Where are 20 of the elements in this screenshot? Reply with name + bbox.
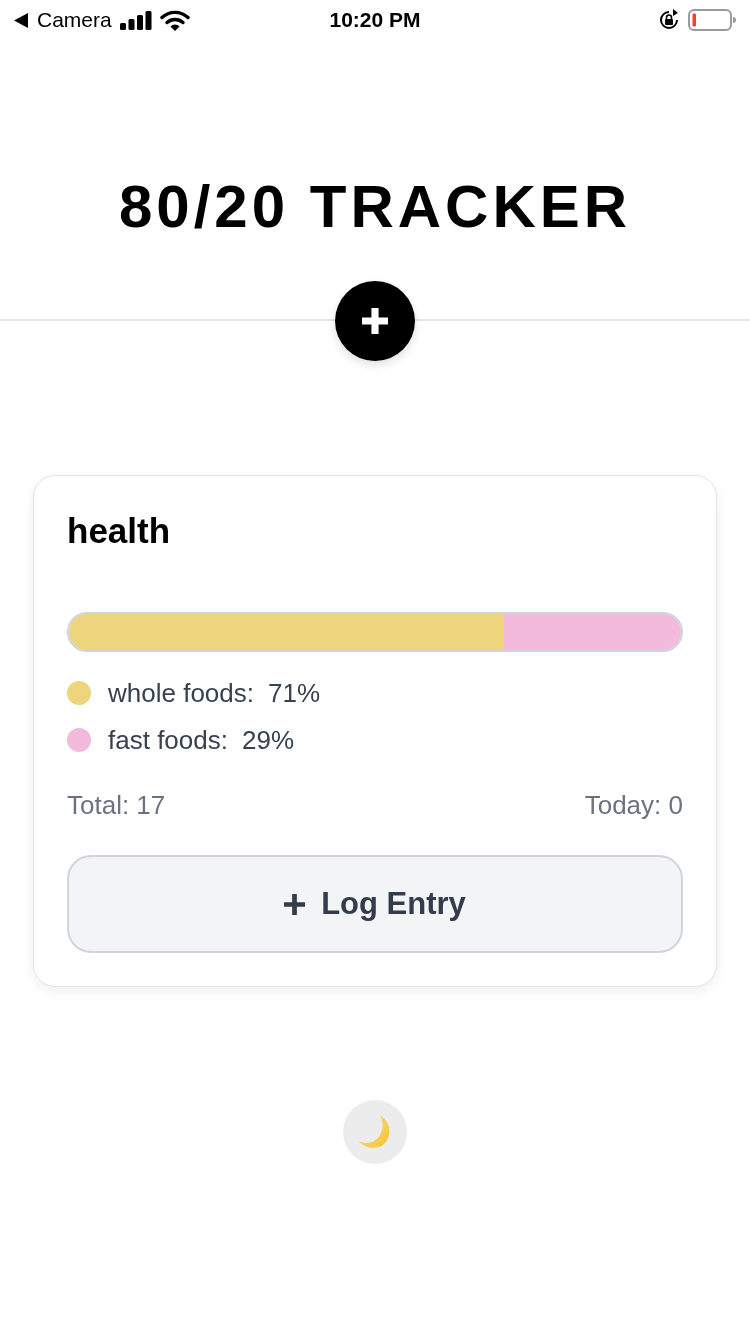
moon-icon (358, 1115, 392, 1149)
back-icon (14, 12, 28, 28)
today-count: Today: 0 (584, 789, 683, 821)
add-button[interactable] (335, 281, 415, 361)
legend-label: fast foods: (108, 724, 228, 756)
rotation-lock-icon (658, 9, 680, 31)
signal-icon (119, 10, 152, 30)
back-button[interactable]: Camera (14, 8, 112, 32)
card-title: health (67, 510, 172, 552)
wifi-icon (159, 9, 190, 31)
battery-icon (688, 9, 736, 31)
legend-value: 29% (241, 724, 294, 756)
legend-label: whole foods: (108, 677, 254, 709)
plus-icon (284, 893, 306, 915)
total-count: Total: 17 (67, 789, 166, 821)
app-title: 80/20 TRACKER (117, 177, 633, 237)
legend-value: 71% (268, 677, 321, 709)
status-time: 10:20 PM (329, 8, 421, 32)
plus-icon (362, 308, 388, 334)
log-entry-button[interactable]: Log Entry (67, 855, 683, 953)
